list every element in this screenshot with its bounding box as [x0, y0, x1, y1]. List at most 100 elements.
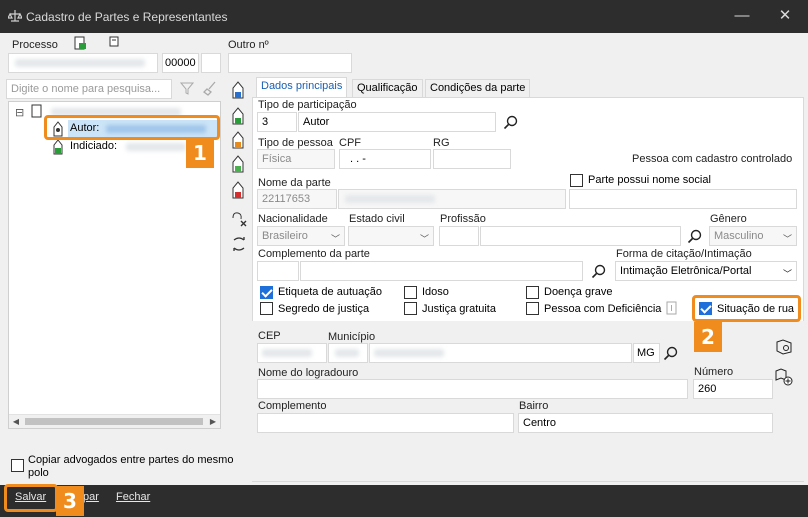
municipio-label: Município [328, 331, 376, 343]
forma-citacao-label: Forma de citação/Intimação [616, 248, 752, 260]
nome-social-field[interactable] [569, 189, 797, 209]
tipo-participacao-code-field[interactable]: 3 [257, 112, 297, 132]
outro-numero-field[interactable] [228, 53, 352, 73]
logradouro-field[interactable] [257, 379, 688, 399]
search-participacao-icon[interactable] [503, 115, 519, 131]
copy-lawyers-checkbox[interactable] [11, 459, 24, 472]
nacionalidade-select[interactable]: Brasileiro ﹀ [257, 226, 345, 246]
tree-horizontal-scrollbar[interactable]: ◀ ▶ [9, 414, 220, 428]
callout-badge-2: 2 [694, 322, 722, 352]
complemento-label: Complemento [258, 400, 327, 412]
tree-expander[interactable]: ⊟ [15, 106, 24, 119]
clear-brush-icon[interactable] [203, 80, 219, 96]
limpar-button[interactable]: par [83, 491, 99, 503]
cep-field[interactable] [257, 343, 327, 363]
title-bar: Cadastro de Partes e Representantes — ✕ [0, 0, 808, 33]
genero-select[interactable]: Masculino ﹀ [709, 226, 797, 246]
etiqueta-autuacao-checkbox[interactable] [260, 286, 273, 299]
search-input[interactable]: Digite o nome para pesquisa... [6, 79, 172, 99]
complemento-parte-code-field[interactable] [257, 261, 299, 281]
scroll-thumb[interactable] [25, 418, 203, 425]
scroll-left-icon[interactable]: ◀ [9, 415, 23, 428]
idoso-checkbox[interactable] [404, 286, 417, 299]
municipio-field[interactable] [369, 343, 632, 363]
callout-badge-1: 1 [186, 138, 214, 168]
tree-item-indiciado-label: Indiciado: [70, 140, 118, 152]
scroll-right-icon[interactable]: ▶ [206, 415, 220, 428]
numero-label: Número [694, 366, 734, 378]
indiciado-person-icon [53, 139, 63, 155]
processo-suffix-field[interactable]: 00000 [162, 53, 199, 73]
new-document-icon[interactable] [73, 36, 87, 50]
search-complemento-icon[interactable] [591, 264, 607, 280]
filter-icon[interactable] [180, 81, 194, 95]
complemento-parte-field[interactable] [300, 261, 583, 281]
nome-social-checkbox[interactable] [570, 174, 583, 187]
callout-badge-3: 3 [56, 486, 84, 516]
add-party-icon-red[interactable] [230, 181, 246, 199]
numero-field[interactable]: 260 [693, 379, 773, 399]
bairro-label: Bairro [519, 400, 549, 412]
copy-lawyers-label: Copiar advogados entre partes do mesmo p… [28, 454, 234, 479]
rg-field[interactable] [433, 149, 511, 169]
callout-box-3 [4, 484, 58, 512]
minimize-button[interactable]: — [732, 6, 752, 26]
add-map-location-icon[interactable] [775, 368, 793, 386]
fechar-button[interactable]: Fechar [116, 491, 150, 503]
info-document-icon[interactable] [666, 301, 678, 315]
bairro-field[interactable]: Centro [518, 413, 773, 433]
close-button[interactable]: ✕ [775, 6, 795, 26]
processo-number-field[interactable] [8, 53, 158, 73]
remove-party-icon[interactable] [230, 210, 248, 228]
callout-box-2 [692, 295, 801, 322]
cadastro-controlado-text: Pessoa com cadastro controlado [632, 153, 793, 165]
add-party-icon-orange[interactable] [230, 131, 246, 149]
add-party-icon-green-2[interactable] [230, 155, 246, 173]
uf-field[interactable]: MG [633, 343, 660, 363]
search-profissao-icon[interactable] [687, 229, 703, 245]
chevron-down-icon: ﹀ [782, 234, 792, 244]
doenca-grave-label: Doença grave [544, 286, 613, 298]
cep-label: CEP [258, 330, 281, 342]
tipo-pessoa-label: Tipo de pessoa [258, 137, 333, 149]
pessoa-deficiencia-checkbox[interactable] [526, 302, 539, 315]
segredo-justica-label: Segredo de justiça [278, 303, 370, 315]
pessoa-deficiencia-label: Pessoa com Deficiência [544, 303, 662, 315]
nome-social-label: Parte possui nome social [588, 174, 711, 186]
chevron-down-icon: ﹀ [330, 234, 340, 244]
genero-label: Gênero [710, 213, 747, 225]
search-municipio-icon[interactable] [663, 346, 679, 362]
justica-gratuita-label: Justiça gratuita [422, 303, 496, 315]
justica-gratuita-checkbox[interactable] [404, 302, 417, 315]
doenca-grave-checkbox[interactable] [526, 286, 539, 299]
forma-citacao-select[interactable]: Intimação Eletrônica/Portal ﹀ [615, 261, 797, 281]
dialog-body: Processo 00000 Outro nº Digite o nome pa… [0, 33, 808, 485]
address-lookup-icon[interactable] [775, 339, 793, 355]
genero-value: Masculino [714, 230, 764, 242]
note-icon[interactable] [108, 36, 120, 48]
window-title: Cadastro de Partes e Representantes [26, 10, 228, 24]
chevron-down-icon: ﹀ [419, 234, 429, 244]
add-party-icon-green[interactable] [230, 107, 246, 125]
tab-dados-principais[interactable]: Dados principais [256, 77, 348, 98]
complemento-field[interactable] [257, 413, 514, 433]
nome-parte-field[interactable] [338, 189, 566, 209]
municipio-code-field[interactable] [328, 343, 368, 363]
tipo-pessoa-select[interactable]: Física [257, 149, 335, 169]
tipo-participacao-field[interactable]: Autor [298, 112, 496, 132]
estado-civil-select[interactable]: ﹀ [348, 226, 434, 246]
swap-party-icon[interactable] [230, 235, 248, 253]
cpf-field[interactable]: . . - [339, 149, 431, 169]
cpf-label: CPF [339, 137, 361, 149]
segredo-justica-checkbox[interactable] [260, 302, 273, 315]
process-document-icon [31, 104, 42, 118]
tab-qualificacao[interactable]: Qualificação [352, 79, 423, 97]
add-party-icon-blue[interactable] [230, 81, 246, 99]
nome-parte-code-field[interactable]: 22117653 [257, 189, 337, 209]
profissao-field[interactable] [480, 226, 681, 246]
tab-condicoes-parte[interactable]: Condições da parte [425, 79, 531, 97]
outro-numero-label: Outro nº [228, 39, 269, 51]
estado-civil-label: Estado civil [349, 213, 405, 225]
processo-extra-field[interactable] [201, 53, 221, 73]
profissao-code-field[interactable] [439, 226, 479, 246]
